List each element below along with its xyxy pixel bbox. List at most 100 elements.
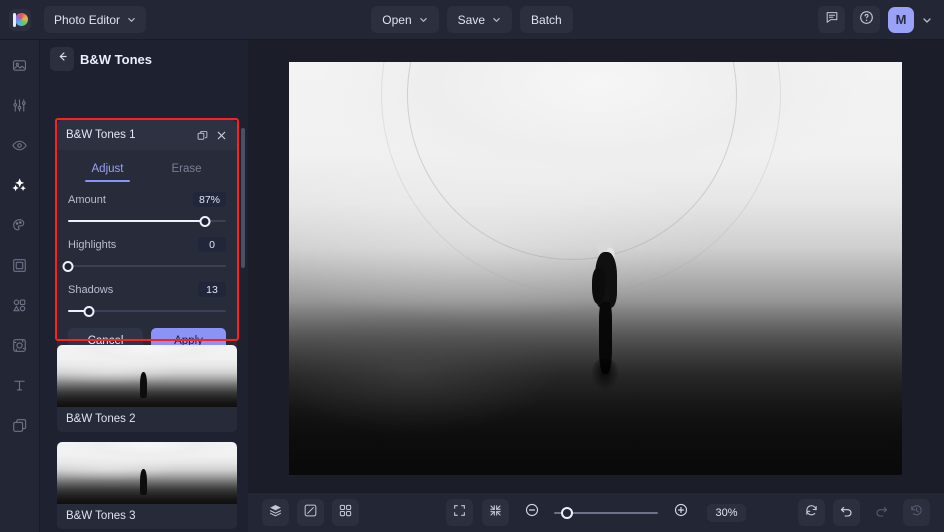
help-button[interactable] <box>853 6 880 33</box>
effect-card-title: B&W Tones 1 <box>66 129 136 141</box>
close-icon[interactable] <box>215 129 228 142</box>
tool-rail <box>0 40 40 532</box>
account-menu-chevron-down-icon[interactable] <box>922 15 932 25</box>
fit-screen-button[interactable] <box>446 499 474 526</box>
slider-highlights-value: 0 <box>198 237 226 252</box>
canvas-area[interactable] <box>248 40 944 492</box>
preset-thumbnail <box>57 345 237 407</box>
panel-scrollbar[interactable] <box>241 128 245 268</box>
slider-highlights-thumb[interactable] <box>62 261 74 272</box>
plus-circle-icon <box>673 502 689 523</box>
slider-shadows-label: Shadows <box>68 283 114 296</box>
effect-card-header: B&W Tones 1 <box>57 120 237 150</box>
question-circle-icon <box>859 10 874 30</box>
minus-circle-icon <box>524 502 540 523</box>
rail-item-shapes[interactable] <box>6 292 34 318</box>
slider-amount: Amount 87% <box>68 192 226 228</box>
slider-shadows-thumb[interactable] <box>83 306 95 317</box>
photo-editor-app: Photo Editor Open Save Batch M B&W Tones… <box>0 0 944 532</box>
zoom-out-button[interactable] <box>518 499 545 526</box>
batch-button[interactable]: Batch <box>520 6 573 33</box>
effect-card-body: Adjust Erase Amount 87% Highlights 0 Sha… <box>57 150 237 364</box>
slider-highlights-label: Highlights <box>68 238 117 251</box>
fit-screen-icon <box>452 503 467 523</box>
bottom-bar-left <box>262 499 359 526</box>
person-figure <box>589 240 623 390</box>
slider-highlights-track[interactable] <box>62 259 226 273</box>
slider-amount-value: 87% <box>192 192 226 207</box>
history-controls <box>798 499 930 526</box>
batch-label: Batch <box>531 12 562 27</box>
slider-amount-track[interactable] <box>68 214 226 228</box>
effect-card-active: B&W Tones 1 Adjust Erase Amount 87% High… <box>57 120 237 364</box>
preset-thumbnail <box>57 442 237 504</box>
chevron-down-icon <box>127 13 136 27</box>
slider-highlights: Highlights 0 <box>62 237 226 273</box>
shrink-button[interactable] <box>482 499 510 526</box>
panel-header: B&W Tones <box>40 40 248 78</box>
feedback-button[interactable] <box>818 6 845 33</box>
effect-tabs: Adjust Erase <box>68 158 226 182</box>
workspace-selector[interactable]: Photo Editor <box>44 6 147 33</box>
history-button[interactable] <box>903 499 930 526</box>
avatar[interactable]: M <box>888 6 914 33</box>
reset-button[interactable] <box>798 499 825 526</box>
history-clock-icon <box>909 503 924 523</box>
tab-erase[interactable]: Erase <box>147 158 226 182</box>
tab-adjust[interactable]: Adjust <box>68 158 147 182</box>
zoom-level-value[interactable]: 30% <box>707 503 746 522</box>
rail-item-layers[interactable] <box>6 412 34 438</box>
rail-item-frame[interactable] <box>6 252 34 278</box>
slider-shadows-track[interactable] <box>68 304 226 318</box>
slider-shadows: Shadows 13 <box>68 282 226 318</box>
reset-rotate-icon <box>804 503 819 523</box>
preset-label: B&W Tones 2 <box>66 413 136 425</box>
slider-amount-thumb[interactable] <box>199 216 211 227</box>
chevron-down-icon <box>492 13 501 27</box>
redo-button[interactable] <box>868 499 895 526</box>
bottom-bar: 30% <box>248 492 944 532</box>
preset-item-2[interactable]: B&W Tones 2 <box>57 345 237 432</box>
slider-shadows-value: 13 <box>198 282 226 297</box>
workspace-label: Photo Editor <box>54 12 121 27</box>
color-wheel-logo-icon <box>9 8 31 31</box>
collapse-arrows-icon <box>488 503 503 523</box>
slider-amount-label: Amount <box>68 193 106 206</box>
copy-icon[interactable] <box>196 129 209 142</box>
back-button[interactable] <box>50 47 74 71</box>
page-title: B&W Tones <box>80 51 152 67</box>
grid-icon <box>338 503 353 523</box>
rail-item-text[interactable] <box>6 372 34 398</box>
rail-item-color-palette[interactable] <box>6 212 34 238</box>
rail-item-adjust-sliders[interactable] <box>6 92 34 118</box>
save-button[interactable]: Save <box>446 6 513 33</box>
redo-icon <box>874 503 889 523</box>
undo-button[interactable] <box>833 499 860 526</box>
preset-list: B&W Tones 2 B&W Tones 3 <box>57 345 237 532</box>
zoom-slider-thumb[interactable] <box>560 506 573 519</box>
save-label: Save <box>457 12 486 27</box>
top-bar-right: M <box>818 6 944 33</box>
preset-item-3[interactable]: B&W Tones 3 <box>57 442 237 529</box>
zoom-in-button[interactable] <box>667 499 694 526</box>
rail-item-image[interactable] <box>6 52 34 78</box>
chevron-down-icon <box>419 13 428 27</box>
compare-split-icon <box>303 503 318 523</box>
compare-button[interactable] <box>297 499 324 526</box>
undo-icon <box>839 503 854 523</box>
open-label: Open <box>382 12 412 27</box>
effects-panel: B&W Tones B&W Tones 1 Adjust Erase Amoun… <box>40 40 248 532</box>
rail-item-effects-sparkles[interactable] <box>6 172 34 198</box>
open-button[interactable]: Open <box>371 6 439 33</box>
preset-label: B&W Tones 3 <box>66 510 136 522</box>
arrow-left-icon <box>56 50 69 68</box>
layers-button[interactable] <box>262 499 289 526</box>
grid-view-button[interactable] <box>332 499 359 526</box>
layers-icon <box>268 503 283 523</box>
zoom-slider[interactable] <box>554 506 659 520</box>
image-stage[interactable] <box>289 62 902 475</box>
rail-item-retouch-eye[interactable] <box>6 132 34 158</box>
app-logo <box>0 8 40 31</box>
rail-item-transform[interactable] <box>6 332 34 358</box>
chat-icon <box>825 10 839 29</box>
